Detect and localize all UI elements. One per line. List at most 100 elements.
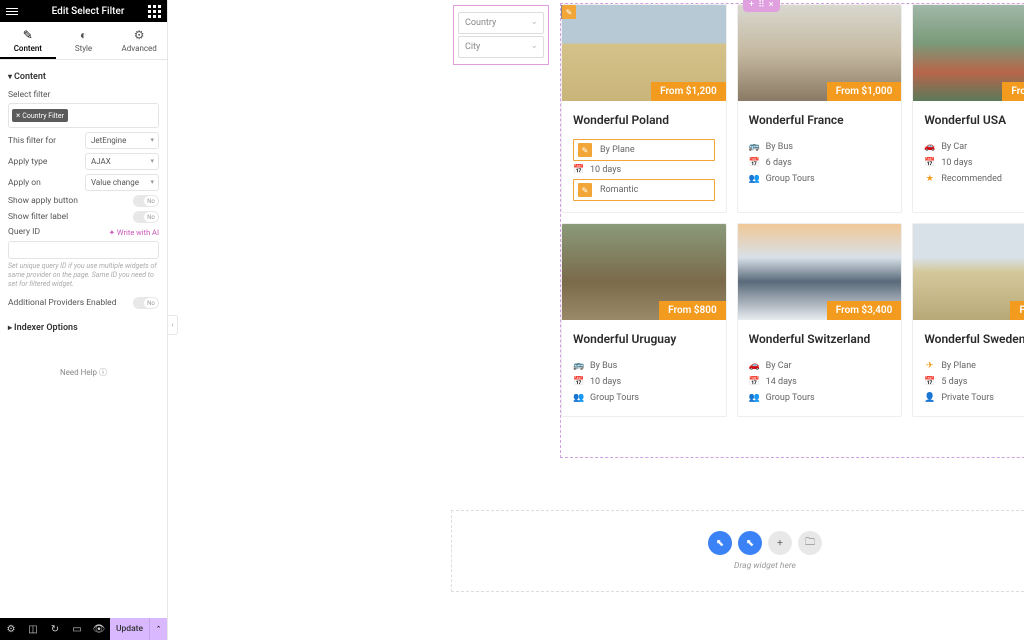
toggle-show-apply-button[interactable]: No	[133, 195, 159, 207]
section-indexer: Indexer Options	[8, 319, 159, 337]
sidebar-body: Content Select filter Country Filter Thi…	[0, 60, 167, 618]
label-query-id: Query ID	[8, 227, 109, 237]
calendar-icon: 📅	[749, 377, 760, 387]
card-image: From $800	[562, 224, 726, 320]
meta-transport: By Car	[941, 142, 967, 152]
car-icon: 🚗	[924, 142, 935, 152]
calendar-icon: 📅	[749, 158, 760, 168]
add-section-icon[interactable]: +	[749, 0, 754, 10]
filter-tag[interactable]: Country Filter	[12, 109, 68, 122]
label-show-apply-button: Show apply button	[8, 196, 133, 206]
price-badge: From $900	[1010, 301, 1024, 320]
tour-grid: ✎ From $1,200 Wonderful Poland ✎ By Plane…	[561, 4, 1024, 417]
add-widget-button[interactable]: +	[768, 531, 792, 555]
price-badge: From $3,400	[827, 301, 902, 320]
label-show-filter-label: Show filter label	[8, 212, 133, 222]
write-with-ai-link[interactable]: Write with AI	[109, 228, 159, 237]
tab-style[interactable]: ◐Style	[56, 22, 112, 59]
card-title: Wonderful Poland	[573, 113, 715, 127]
filter-select-city[interactable]: City	[458, 36, 544, 58]
meta-days: 14 days	[766, 377, 797, 387]
tour-card: From $900 Wonderful Sweden ✈By Plane 📅5 …	[912, 223, 1024, 417]
card-title: Wonderful Sweden	[924, 332, 1024, 346]
card-image: From $900	[913, 224, 1024, 320]
select-apply-on[interactable]: Value change	[85, 174, 159, 191]
select-apply-type[interactable]: AJAX	[85, 153, 159, 170]
tab-advanced[interactable]: ⚙Advanced	[111, 22, 167, 59]
filter-widget: Country City	[453, 5, 549, 65]
meta-days: 10 days	[941, 158, 972, 168]
edit-field-icon[interactable]: ✎	[578, 143, 592, 157]
add-container-button[interactable]: ⬉	[708, 531, 732, 555]
label-apply-type: Apply type	[8, 157, 85, 167]
meta-transport: By Plane	[941, 361, 976, 371]
price-badge: From $2,200	[1002, 82, 1024, 101]
calendar-icon: 📅	[573, 377, 584, 387]
filter-select-country[interactable]: Country	[458, 12, 544, 34]
section-header-indexer[interactable]: Indexer Options	[8, 319, 159, 337]
toggle-show-filter-label[interactable]: No	[133, 211, 159, 223]
card-image: From $2,200	[913, 5, 1024, 101]
preview-icon[interactable]: 👁	[88, 624, 110, 635]
card-image: From $3,400	[738, 224, 902, 320]
panel-title: Edit Select Filter	[28, 6, 148, 17]
edit-widget-icon[interactable]: ✎	[562, 5, 576, 19]
menu-icon[interactable]	[6, 8, 28, 15]
history-icon[interactable]: ↻	[44, 624, 66, 635]
update-dropdown[interactable]: ⌃	[149, 618, 167, 640]
input-query-id[interactable]	[8, 241, 159, 259]
drag-section-icon[interactable]: ⠿	[758, 0, 765, 10]
toggle-additional-providers[interactable]: No	[133, 297, 159, 309]
pencil-icon: ✎	[0, 28, 56, 42]
meta-transport: By Bus	[766, 142, 793, 152]
meta-transport: By Bus	[590, 361, 617, 371]
apps-icon[interactable]	[148, 5, 161, 18]
meta-days: 5 days	[941, 377, 967, 387]
responsive-icon[interactable]: ▭	[66, 624, 88, 635]
card-image: From $1,200	[562, 5, 726, 101]
tour-card: ✎ From $2,200 Wonderful USA 🚗By Car 📅10 …	[912, 4, 1024, 213]
tour-card: From $1,000 Wonderful France 🚌 By Bus 📅 6 …	[737, 4, 903, 213]
meta-days: 6 days	[766, 158, 792, 168]
meta-tag: Group Tours	[766, 393, 815, 403]
label-apply-on: Apply on	[8, 178, 85, 188]
add-flex-button[interactable]: ⬉	[738, 531, 762, 555]
meta-transport: By Car	[766, 361, 792, 371]
card-title: Wonderful France	[749, 113, 891, 127]
card-title: Wonderful Uruguay	[573, 332, 715, 346]
bus-icon: 🚌	[573, 361, 584, 371]
update-button[interactable]: Update	[110, 618, 149, 640]
meta-tag: Romantic	[600, 185, 638, 195]
canvas: Country City ▦ + ⠿ × ✎ From $1,200 Wonde…	[168, 0, 1024, 640]
plane-icon: ✈	[924, 361, 935, 371]
tab-content[interactable]: ✎Content	[0, 22, 56, 59]
person-icon: 👤	[924, 393, 935, 403]
filter-tag-input[interactable]: Country Filter	[8, 103, 159, 128]
dropzone[interactable]: ⬉ ⬉ + 🗀 Drag widget here	[451, 510, 1024, 592]
label-additional-providers: Additional Providers Enabled	[8, 298, 133, 308]
revisions-icon[interactable]: ◫	[22, 624, 44, 635]
edit-field-icon[interactable]: ✎	[578, 183, 592, 197]
group-icon: 👥	[749, 174, 760, 184]
dropzone-buttons: ⬉ ⬉ + 🗀	[708, 531, 822, 555]
bus-icon: 🚌	[749, 142, 760, 152]
meta-tag: Recommended	[941, 174, 1002, 184]
settings-icon[interactable]: ⚙	[0, 624, 22, 635]
need-help-link[interactable]: Need Help	[8, 367, 159, 378]
calendar-icon: 📅	[573, 165, 584, 175]
meta-days: 10 days	[590, 165, 621, 175]
tour-card: From $800 Wonderful Uruguay 🚌By Bus 📅10 …	[561, 223, 727, 417]
group-icon: 👥	[749, 393, 760, 403]
add-template-button[interactable]: 🗀	[798, 531, 822, 555]
car-icon: 🚗	[749, 361, 760, 371]
dropzone-text: Drag widget here	[734, 561, 796, 571]
price-badge: From $1,200	[651, 82, 726, 101]
section-header-content[interactable]: Content	[8, 68, 159, 86]
price-badge: From $1,000	[827, 82, 902, 101]
gear-icon: ⚙	[111, 28, 167, 42]
delete-section-icon[interactable]: ×	[769, 0, 774, 10]
select-this-filter-for[interactable]: JetEngine	[85, 132, 159, 149]
meta-tag: Private Tours	[941, 393, 994, 403]
card-title: Wonderful Switzerland	[749, 332, 891, 346]
contrast-icon: ◐	[56, 28, 112, 42]
